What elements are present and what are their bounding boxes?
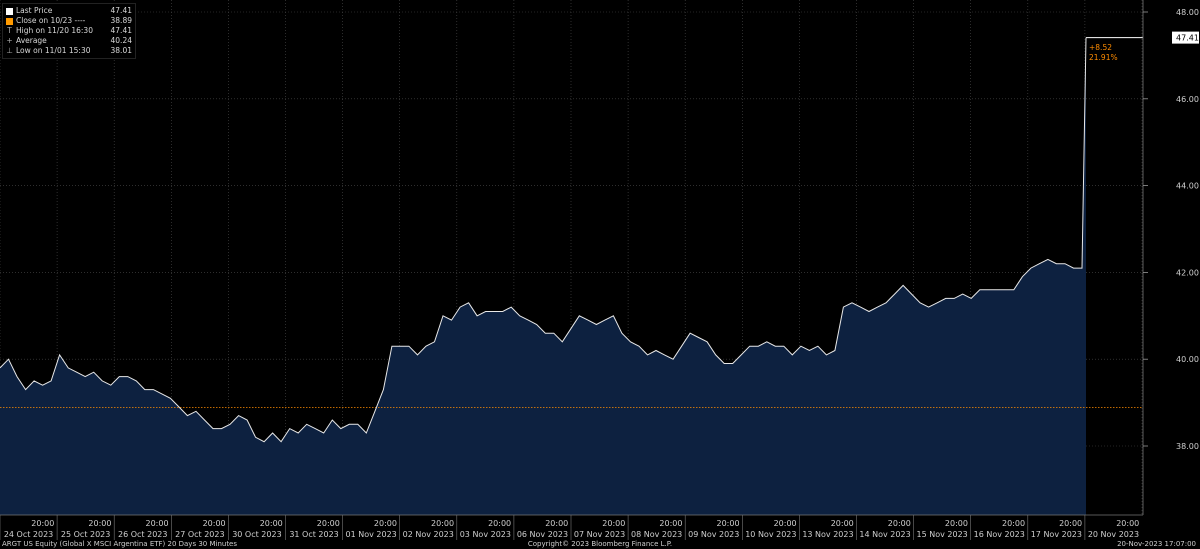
- price-area: [0, 37, 1086, 515]
- legend-item-average: + Average 40.24: [6, 36, 132, 45]
- footer: ARGT US Equity (Global X MSCI Argentina …: [0, 540, 1200, 549]
- x-time-label: 20:00: [888, 519, 911, 528]
- high-marker-icon: T: [7, 26, 12, 35]
- x-time-label: 20:00: [1059, 519, 1082, 528]
- x-time-label: 20:00: [317, 519, 340, 528]
- x-date-label: 31 Oct 2023: [289, 530, 338, 539]
- x-time-label: 20:00: [774, 519, 797, 528]
- x-date-label: 10 Nov 2023: [745, 530, 796, 539]
- x-date-label: 09 Nov 2023: [688, 530, 739, 539]
- y-axis: 38.00 40.00 42.00 44.00 46.00 48.00: [1142, 0, 1200, 515]
- x-date-label: 02 Nov 2023: [403, 530, 454, 539]
- x-date-label: 16 Nov 2023: [974, 530, 1025, 539]
- x-date-label: 27 Oct 2023: [175, 530, 224, 539]
- legend: Last Price 47.41 Close on 10/23 ---- 38.…: [2, 3, 136, 59]
- x-date-label: 24 Oct 2023: [4, 530, 53, 539]
- x-date-label: 14 Nov 2023: [859, 530, 910, 539]
- x-time-label: 20:00: [602, 519, 625, 528]
- x-time-label: 20:00: [488, 519, 511, 528]
- y-tick-label: 48.00: [1176, 8, 1199, 17]
- x-time-label: 20:00: [145, 519, 168, 528]
- x-time-label: 20:00: [431, 519, 454, 528]
- footer-copyright: Copyright© 2023 Bloomberg Finance L.P.: [527, 540, 673, 548]
- x-time-label: 20:00: [31, 519, 54, 528]
- x-date-label: 07 Nov 2023: [574, 530, 625, 539]
- x-date-label: 13 Nov 2023: [802, 530, 853, 539]
- legend-item-high: T High on 11/20 16:30 47.41: [7, 26, 132, 35]
- y-tick-label: 40.00: [1176, 355, 1199, 364]
- white-square-icon: [6, 7, 13, 15]
- y-tick-label: 38.00: [1176, 442, 1199, 451]
- x-date-label: 08 Nov 2023: [631, 530, 682, 539]
- x-date-label: 03 Nov 2023: [460, 530, 511, 539]
- change-annotation: +8.52: [1089, 43, 1112, 52]
- x-date-label: 30 Oct 2023: [232, 530, 281, 539]
- footer-security-description: ARGT US Equity (Global X MSCI Argentina …: [2, 540, 238, 548]
- x-axis: 20:00 24 Oct 2023 20:00 25 Oct 2023 20:00 26 …: [0, 514, 1200, 540]
- x-time-label: 20:00: [203, 519, 226, 528]
- price-chart: 38.00 40.00 42.00 44.00 46.00 48.00 20:00 24 O…: [0, 0, 1200, 540]
- y-tick-label: 46.00: [1176, 95, 1199, 104]
- legend-item-close: Close on 10/23 ---- 38.89: [6, 16, 132, 26]
- x-time-label: 20:00: [374, 519, 397, 528]
- legend-item-last-price: Last Price 47.41: [6, 6, 132, 16]
- x-date-label: 25 Oct 2023: [61, 530, 110, 539]
- y-tick-label: 42.00: [1176, 268, 1199, 277]
- x-date-label: 06 Nov 2023: [517, 530, 568, 539]
- x-date-label: 15 Nov 2023: [917, 530, 968, 539]
- low-marker-icon: ⊥: [6, 46, 13, 55]
- footer-timestamp: 20-Nov-2023 17:07:00: [1117, 540, 1196, 548]
- average-marker-icon: +: [6, 36, 13, 45]
- orange-square-icon: [6, 17, 13, 25]
- x-date-label: 26 Oct 2023: [118, 530, 167, 539]
- x-time-label: 20:00: [831, 519, 854, 528]
- x-date-label: 20 Nov 2023: [1088, 530, 1139, 539]
- x-date-label: 17 Nov 2023: [1031, 530, 1082, 539]
- x-time-label: 20:00: [1002, 519, 1025, 528]
- x-date-label: 01 Nov 2023: [346, 530, 397, 539]
- x-time-label: 20:00: [945, 519, 968, 528]
- change-percent-annotation: 21.91%: [1089, 53, 1118, 62]
- y-axis-panel: [1143, 0, 1200, 515]
- x-time-label: 20:00: [545, 519, 568, 528]
- x-time-label: 20:00: [260, 519, 283, 528]
- y-tick-label: 44.00: [1176, 182, 1199, 191]
- legend-item-low: ⊥ Low on 11/01 15:30 38.01: [6, 46, 132, 55]
- x-time-label: 20:00: [716, 519, 739, 528]
- last-price-tag: 47.41: [1172, 31, 1199, 44]
- x-time-label: 20:00: [659, 519, 682, 528]
- last-price-tag-label: 47.41: [1176, 34, 1199, 43]
- x-time-label: 20:00: [1116, 519, 1139, 528]
- x-time-label: 20:00: [88, 519, 111, 528]
